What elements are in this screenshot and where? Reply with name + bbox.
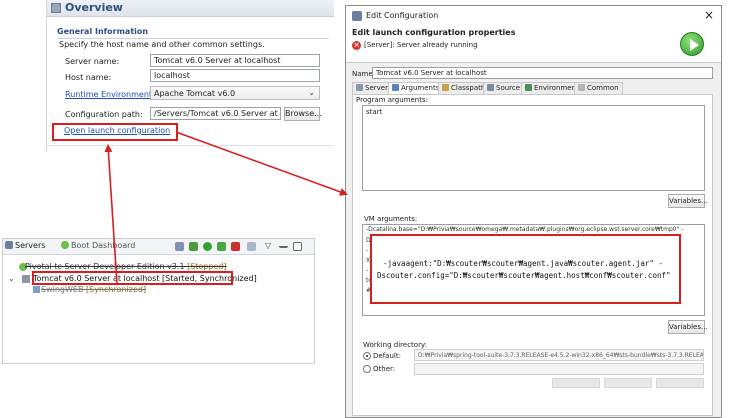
program-arguments-label: Program arguments:: [356, 96, 428, 104]
tomcat-server-icon: [22, 275, 30, 283]
tab-classpath-label: Classpath: [451, 84, 486, 92]
dialog-button[interactable]: [604, 378, 652, 388]
name-field[interactable]: Tomcat v6.0 Server at localhost: [372, 67, 713, 79]
environment-icon: [525, 84, 532, 91]
tab-servers-label: Servers: [15, 241, 46, 250]
tab-environment-label: Environment: [534, 84, 579, 92]
configuration-path-label: Configuration path:: [65, 110, 143, 119]
tab-server-label: Server: [365, 84, 388, 92]
default-radio-label: Default:: [373, 352, 401, 360]
error-message: [Server]: Server already running: [364, 41, 478, 49]
server-icon: [356, 84, 363, 91]
tab-source[interactable]: Source: [483, 82, 525, 94]
close-icon[interactable]: ×: [704, 8, 714, 22]
highlight-box-vm-arguments: [370, 234, 681, 304]
runtime-environment-link[interactable]: Runtime Environment:: [65, 90, 155, 99]
tab-arguments-label: Arguments: [401, 84, 440, 92]
chevron-down-icon[interactable]: ⌄: [8, 274, 15, 283]
chevron-down-icon: ⌄: [308, 88, 315, 97]
server-row-pivotal[interactable]: Pivotal tc Server Developer Edition v3.1…: [25, 262, 227, 271]
common-icon: [578, 84, 585, 91]
tab-source-label: Source: [496, 84, 521, 92]
publish-icon[interactable]: [247, 242, 256, 251]
profile-icon[interactable]: [217, 242, 226, 251]
source-icon: [487, 84, 494, 91]
servers-view: Servers Boot Dashboard ▽ Pivotal tc Serv…: [2, 238, 315, 364]
default-directory-field: D:₩Privia₩spring-tool-suite-3.7.3.RELEAS…: [414, 349, 704, 361]
vm-variables-button[interactable]: Variables...: [668, 320, 708, 334]
maximize-icon[interactable]: [293, 242, 302, 251]
general-information-title[interactable]: General Information: [57, 27, 148, 36]
dialog-tab-bar: Server Arguments Classpath Source Enviro…: [352, 82, 713, 94]
tab-servers[interactable]: Servers: [5, 241, 45, 250]
host-name-field[interactable]: localhost: [150, 69, 320, 82]
run-icon: [680, 32, 704, 56]
server-module-name: SwingWEB: [41, 285, 84, 294]
overview-header: Overview: [47, 0, 334, 17]
vm-arguments-line: -Dcatalina.base="D:₩Privia₩source₩omega₩…: [366, 226, 684, 233]
dialog-titlebar: Edit Configuration ×: [346, 6, 721, 25]
overview-panel: Overview General Information Specify the…: [46, 0, 334, 152]
runtime-environment-value: Apache Tomcat v6.0: [154, 89, 236, 98]
tab-boot-dashboard-label: Boot Dashboard: [71, 241, 136, 250]
open-launch-configuration-link[interactable]: Open launch configuration: [64, 126, 170, 135]
server-module-status: [Synchronized]: [86, 285, 147, 294]
app-icon: [352, 11, 362, 21]
view-menu-icon[interactable]: ▽: [265, 242, 274, 251]
tab-server[interactable]: Server: [352, 82, 392, 94]
general-information-description: Specify the host name and other common s…: [59, 40, 265, 49]
collapse-all-icon[interactable]: [175, 242, 184, 251]
other-directory-field[interactable]: [414, 363, 704, 375]
dialog-heading: Edit launch configuration properties: [352, 28, 516, 37]
other-radio[interactable]: [363, 365, 371, 373]
server-row-pivotal-name: Pivotal tc Server Developer Edition v3.1: [25, 262, 185, 271]
browse-button[interactable]: Browse...: [284, 107, 322, 121]
tab-arguments[interactable]: Arguments: [388, 82, 444, 94]
error-icon: ×: [352, 41, 361, 50]
servers-view-tab-bar: Servers Boot Dashboard ▽: [3, 239, 314, 255]
other-radio-label: Other:: [373, 365, 396, 373]
classpath-icon: [442, 84, 449, 91]
overview-bottom-divider: [47, 145, 334, 146]
configuration-path-field[interactable]: /Servers/Tomcat v6.0 Server at loca: [150, 107, 281, 120]
dialog-button[interactable]: [656, 378, 704, 388]
debug-icon[interactable]: [189, 242, 198, 251]
tab-common[interactable]: Common: [574, 82, 623, 94]
program-arguments-value: start: [366, 108, 383, 116]
tab-boot-dashboard[interactable]: Boot Dashboard: [61, 241, 135, 250]
server-name-label: Server name:: [65, 57, 120, 66]
minimize-icon[interactable]: [279, 242, 288, 248]
dialog-button[interactable]: [552, 378, 600, 388]
default-radio[interactable]: [363, 352, 371, 360]
arguments-icon: [392, 84, 399, 91]
server-module-row[interactable]: SwingWEB [Synchronized]: [41, 285, 146, 294]
dialog-header: Edit launch configuration properties × […: [346, 25, 721, 63]
host-name-label: Host name:: [65, 73, 112, 82]
tab-classpath[interactable]: Classpath: [438, 82, 490, 94]
module-icon: [33, 286, 40, 293]
dialog-title: Edit Configuration: [366, 11, 439, 20]
stop-server-icon[interactable]: [231, 242, 240, 251]
vm-arguments-fragment: -: [366, 267, 369, 274]
program-arguments-textarea[interactable]: [362, 105, 705, 191]
boot-dashboard-icon: [61, 241, 69, 249]
servers-icon: [5, 241, 13, 249]
program-variables-button[interactable]: Variables...: [668, 194, 708, 208]
overview-title: Overview: [65, 1, 123, 14]
working-directory-label: Working directory:: [363, 341, 427, 349]
section-divider: [57, 38, 329, 39]
start-server-icon[interactable]: [203, 242, 212, 251]
edit-configuration-dialog: Edit Configuration × Edit launch configu…: [345, 5, 722, 418]
highlight-box-server-row: [32, 271, 233, 285]
tab-common-label: Common: [587, 84, 619, 92]
runtime-environment-select[interactable]: Apache Tomcat v6.0 ⌄: [150, 86, 320, 100]
vm-javaagent-argument: -javaagent:"D:₩scouter₩scouter₩agent.jav…: [383, 259, 663, 268]
vm-arguments-label: VM arguments:: [364, 215, 418, 223]
overview-icon: [51, 3, 61, 13]
vm-scouter-config-argument: Dscouter.config="D:₩scouter₩scouter₩agen…: [377, 271, 671, 280]
vm-arguments-fragment: -: [366, 247, 369, 254]
server-row-pivotal-status: [Stopped]: [187, 262, 227, 271]
server-name-field[interactable]: Tomcat v6.0 Server at localhost: [150, 54, 320, 67]
